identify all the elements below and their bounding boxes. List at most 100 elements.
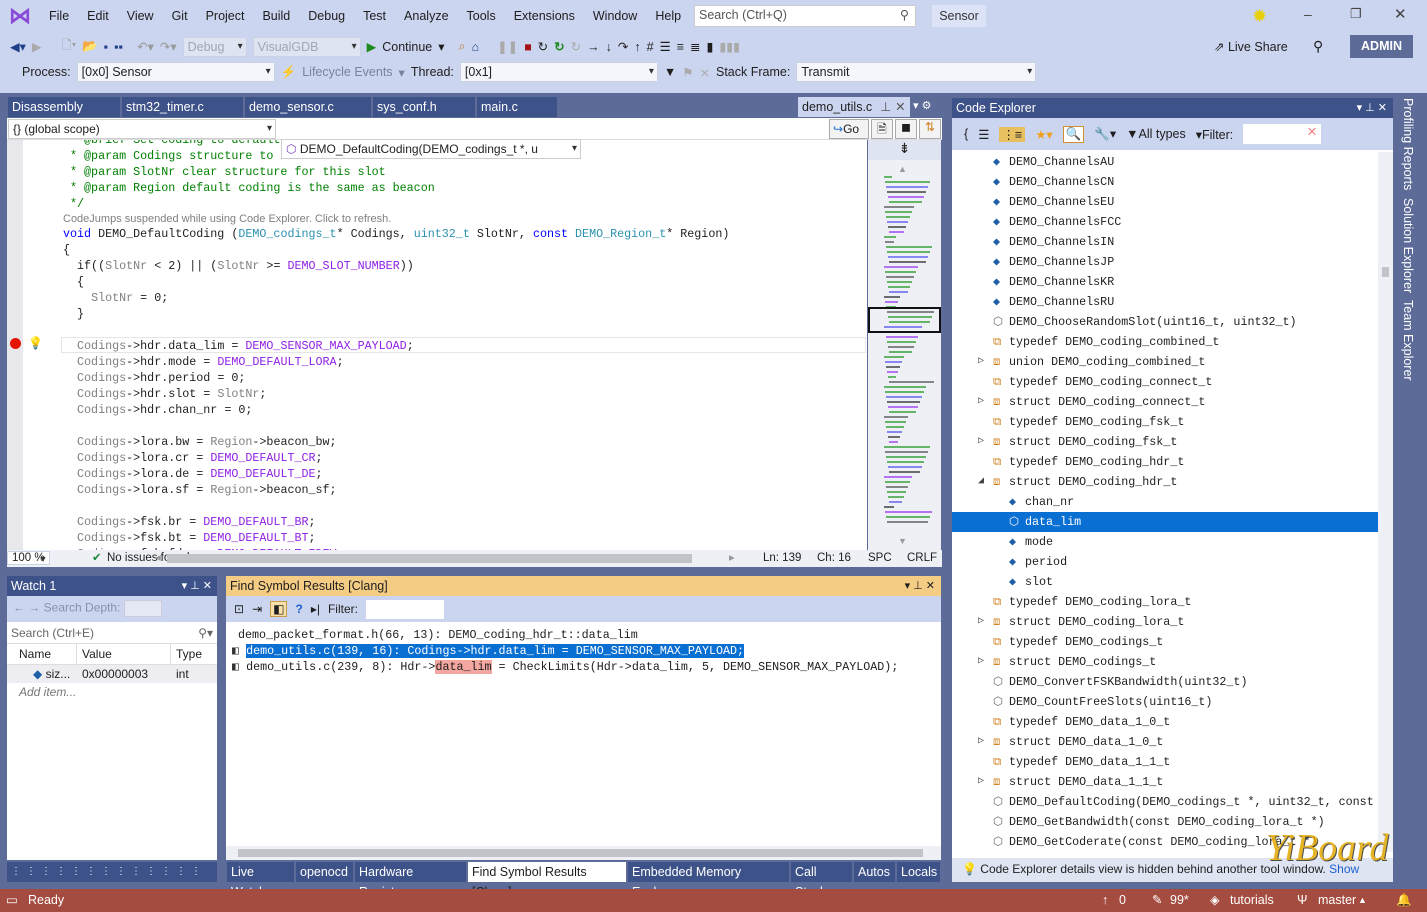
column-value[interactable]: Value [77, 644, 171, 664]
tree-item[interactable]: ⬡ DEMO_ChooseRandomSlot(uint16_t, uint32_… [952, 312, 1378, 332]
back-icon[interactable]: ◀▾ [10, 39, 26, 54]
tree-item[interactable]: ⧉ typedef DEMO_data_1_1_t [952, 752, 1378, 772]
lightbulb-icon[interactable]: 💡 [28, 336, 43, 350]
tree-item[interactable]: ◆ slot [952, 572, 1378, 592]
pencil-icon[interactable]: ✎ [1152, 889, 1162, 912]
expanded-icon[interactable]: ◢ [978, 472, 984, 492]
map-scrollbar[interactable]: ⇟ ▲ ▼ [868, 140, 941, 550]
thread-dropdown[interactable]: [0x1] [459, 62, 658, 82]
filter-icon[interactable]: ▼ [664, 65, 676, 79]
watch-tab-strip[interactable]: ⋮⋮⋮⋮⋮⋮⋮⋮⋮⋮⋮⋮⋮ [7, 862, 217, 882]
close-button[interactable]: ✕ [1394, 5, 1407, 23]
hex-icon[interactable]: # [647, 40, 654, 54]
continue-icon[interactable]: ▶ [367, 39, 377, 54]
tree-item[interactable]: ◢ ⧈ struct DEMO_coding_hdr_t [952, 472, 1378, 492]
bottom-tab-locals[interactable]: Locals [897, 862, 940, 882]
whitespace-mode[interactable]: SPC [868, 550, 892, 567]
bottom-tab-live-watch[interactable]: Live Watch [227, 862, 294, 899]
menu-test[interactable]: Test [354, 6, 395, 26]
scroll-left-icon[interactable]: ◂ [155, 550, 161, 567]
watch-search-input[interactable]: Search (Ctrl+E) ⚲▾ [7, 622, 217, 644]
tree-item[interactable]: ◆ DEMO_ChannelsCN [952, 172, 1378, 192]
repo-icon[interactable]: ◈ [1210, 889, 1220, 912]
lifecycle-events[interactable]: Lifecycle Events [302, 65, 392, 79]
step-over-icon[interactable]: ↷ [618, 39, 628, 54]
wrench-icon[interactable]: 🔧▾ [1094, 126, 1116, 142]
bottom-tab-embedded-memory-explorer[interactable]: Embedded Memory Explorer [628, 862, 789, 899]
go-button[interactable]: ↪Go [829, 119, 869, 139]
expand-icon[interactable]: ▷ [978, 432, 984, 452]
horizontal-scrollbar[interactable] [167, 554, 692, 563]
tree-item[interactable]: ◆ DEMO_ChannelsRU [952, 292, 1378, 312]
tree-item[interactable]: ▷ ⧈ union DEMO_coding_combined_t [952, 352, 1378, 372]
push-icon[interactable]: ↑ [1102, 889, 1108, 912]
unpushed-count[interactable]: 0 [1119, 889, 1126, 912]
list-icon[interactable]: ☰ [978, 127, 989, 142]
menu-file[interactable]: File [40, 6, 78, 26]
branch-name[interactable]: master [1318, 889, 1356, 912]
account-button[interactable]: ADMIN [1350, 35, 1413, 58]
expand-icon[interactable]: ▷ [978, 772, 984, 792]
redo-icon[interactable]: ↷▾ [160, 39, 177, 54]
help-icon[interactable]: ? [295, 602, 302, 616]
tab-sys_conf-h[interactable]: sys_conf.h [373, 97, 475, 117]
tree-icon[interactable]: ⋮≡ [999, 126, 1026, 142]
tree-item[interactable]: ◆ chan_nr [952, 492, 1378, 512]
notification-bell-icon[interactable]: 🔔 [1396, 889, 1412, 912]
bottom-tab-find-symbol-results-clang-[interactable]: Find Symbol Results [Clang] [468, 862, 626, 899]
show-next-statement-icon[interactable]: → [587, 40, 600, 54]
find-result[interactable]: demo_packet_format.h(66, 13): DEMO_codin… [232, 627, 935, 643]
restore-button[interactable]: ❐ [1350, 6, 1362, 22]
stack-frame-dropdown[interactable]: Transmit [796, 62, 1037, 82]
feedback-sun-icon[interactable]: ✹ [1252, 6, 1267, 27]
minimize-button[interactable]: – [1304, 6, 1312, 22]
scroll-down-icon[interactable]: ▼ [898, 536, 907, 546]
zoom-dropdown[interactable]: 100 % [7, 551, 50, 565]
breakpoint-icon[interactable] [10, 338, 21, 349]
scroll-up-icon[interactable]: ▲ [898, 164, 907, 174]
filter-input[interactable]: ✕ [1243, 124, 1322, 144]
file-icon[interactable]: 🗎 [871, 119, 893, 139]
search-input[interactable]: Search (Ctrl+Q) ⚲ [694, 5, 916, 27]
tree-item[interactable]: ◆ DEMO_ChannelsIN [952, 232, 1378, 252]
panel-controls-icon[interactable]: ▾ ⊥ ✕ [1357, 98, 1387, 118]
tree-item[interactable]: ◆ period [952, 552, 1378, 572]
expand-icon[interactable]: ▷ [978, 732, 984, 752]
expand-icon[interactable]: ▷ [978, 612, 984, 632]
tree-item[interactable]: ⬡ DEMO_CountFreeSlots(uint16_t) [952, 692, 1378, 712]
tab-Disassembly[interactable]: Disassembly [8, 97, 120, 117]
menu-edit[interactable]: Edit [78, 6, 118, 26]
types-filter[interactable]: ▼All types [1126, 127, 1186, 141]
minimap-viewport[interactable] [868, 307, 941, 333]
clear-flags-icon[interactable]: ⨯ [700, 65, 710, 80]
tab-stm32_timer-c[interactable]: stm32_timer.c [122, 97, 243, 117]
tree-item[interactable]: ⧉ typedef DEMO_codings_t [952, 632, 1378, 652]
symbol-icon[interactable]: ◧ [270, 601, 288, 617]
tab-demo-utils[interactable]: demo_utils.c ⊥ ✕ [798, 97, 910, 117]
code-explorer-scrollbar[interactable] [1378, 152, 1393, 852]
refresh-icon[interactable]: ↻ [571, 39, 581, 54]
indent-icon[interactable]: ≡ [677, 40, 684, 54]
tab-demo_sensor-c[interactable]: demo_sensor.c [245, 97, 371, 117]
bottom-tab-openocd[interactable]: openocd [296, 862, 353, 882]
menu-analyze[interactable]: Analyze [395, 6, 457, 26]
watch-row[interactable]: ◆ siz... 0x00000003 int [7, 665, 217, 683]
tree-item[interactable]: ⬡ data_lim [952, 512, 1378, 532]
hierarchy-icon[interactable]: ⇅ [919, 119, 941, 139]
forward-icon[interactable]: ▶ [32, 39, 42, 54]
tree-item[interactable]: ◆ DEMO_ChannelsJP [952, 252, 1378, 272]
scroll-right-icon[interactable]: ▸ [729, 550, 735, 567]
menu-extensions[interactable]: Extensions [505, 6, 584, 26]
menu-project[interactable]: Project [197, 6, 254, 26]
code-editor[interactable]: 💡 * @brief Set coding to default. * @par… [7, 140, 867, 550]
menu-debug[interactable]: Debug [299, 6, 354, 26]
goto-icon[interactable]: ⇥ [252, 602, 262, 616]
tree-item[interactable]: ▷ ⧈ struct DEMO_data_1_1_t [952, 772, 1378, 792]
bookmark-icon[interactable]: ▮ [707, 39, 714, 54]
add-item[interactable]: Add item... [7, 683, 217, 701]
next-icon[interactable]: ▸| [311, 602, 320, 616]
comment-icon[interactable]: ≣ [690, 39, 700, 54]
bottom-tab-hardware-registers[interactable]: Hardware Registers [355, 862, 466, 899]
save-icon[interactable]: ▪ [104, 40, 108, 54]
expand-icon[interactable]: ▷ [978, 392, 984, 412]
